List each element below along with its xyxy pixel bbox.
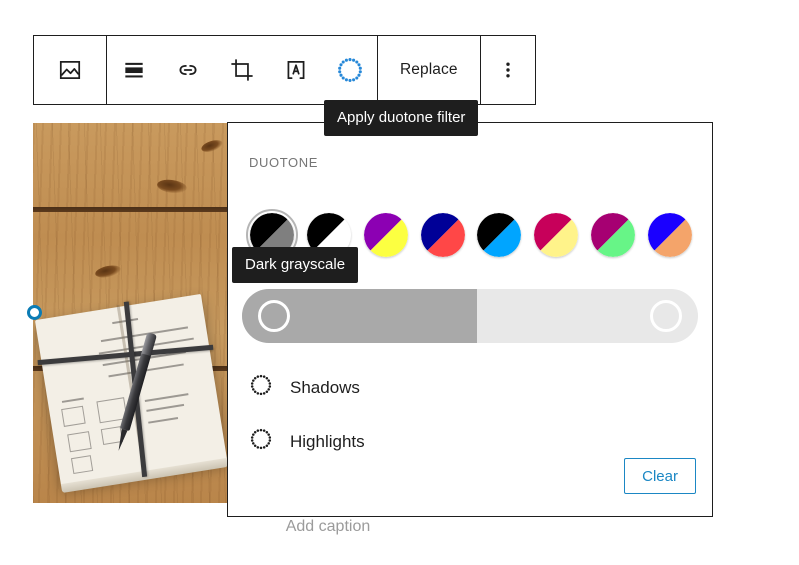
shadows-color-row[interactable]: Shadows bbox=[248, 372, 360, 403]
dotted-circle-icon bbox=[248, 372, 274, 403]
highlights-label: Highlights bbox=[290, 431, 365, 451]
duotone-swatch-blue-red[interactable] bbox=[415, 207, 471, 263]
text-over-image-button[interactable] bbox=[269, 36, 323, 104]
wood-knot bbox=[156, 177, 188, 196]
link-button[interactable] bbox=[161, 36, 215, 104]
vertical-ellipsis-icon bbox=[496, 58, 520, 82]
duotone-button[interactable] bbox=[323, 36, 377, 104]
link-icon bbox=[175, 57, 201, 83]
swatch-circle bbox=[363, 213, 408, 257]
duotone-popover: DUOTONE Shadows Highlights Clear bbox=[227, 122, 713, 517]
swatch-circle bbox=[591, 213, 636, 257]
more-options-button[interactable] bbox=[481, 36, 535, 104]
shadows-label: Shadows bbox=[290, 377, 360, 397]
duotone-dotted-circle-icon bbox=[336, 56, 364, 84]
block-toolbar: Replace bbox=[33, 35, 536, 105]
duotone-swatch-purple-green[interactable] bbox=[585, 207, 641, 263]
replace-button[interactable]: Replace bbox=[378, 36, 480, 104]
highlights-handle[interactable] bbox=[650, 300, 682, 332]
wood-knot bbox=[199, 137, 225, 155]
swatch-circle bbox=[420, 213, 465, 257]
align-button[interactable] bbox=[107, 36, 161, 104]
highlights-color-row[interactable]: Highlights bbox=[248, 426, 365, 457]
image-icon bbox=[57, 57, 83, 83]
duotone-panel-title: DUOTONE bbox=[249, 155, 318, 170]
swatch-circle bbox=[477, 213, 522, 257]
shadows-handle[interactable] bbox=[258, 300, 290, 332]
tooltip-apply-duotone-filter: Apply duotone filter bbox=[324, 100, 479, 136]
image-tools-group bbox=[107, 36, 377, 104]
image-block-type-button[interactable] bbox=[34, 36, 106, 104]
tooltip-dark-grayscale: Dark grayscale bbox=[232, 247, 359, 283]
duotone-range-slider[interactable] bbox=[242, 289, 698, 343]
duotone-swatch-blue-orange[interactable] bbox=[642, 207, 698, 263]
left-resize-handle[interactable] bbox=[27, 305, 42, 320]
swatch-circle bbox=[647, 213, 692, 257]
caption-placeholder[interactable]: Add caption bbox=[33, 518, 623, 536]
crop-icon bbox=[229, 57, 255, 83]
duotone-swatch-magenta-yellow[interactable] bbox=[528, 207, 584, 263]
align-center-icon bbox=[121, 57, 147, 83]
dotted-circle-icon bbox=[248, 426, 274, 457]
duotone-swatch-midnight[interactable] bbox=[471, 207, 527, 263]
wood-knot bbox=[94, 263, 122, 280]
clear-button[interactable]: Clear bbox=[624, 458, 696, 494]
crop-button[interactable] bbox=[215, 36, 269, 104]
duotone-swatch-purple-yellow[interactable] bbox=[358, 207, 414, 263]
swatch-circle bbox=[534, 213, 579, 257]
text-in-frame-icon bbox=[283, 57, 309, 83]
